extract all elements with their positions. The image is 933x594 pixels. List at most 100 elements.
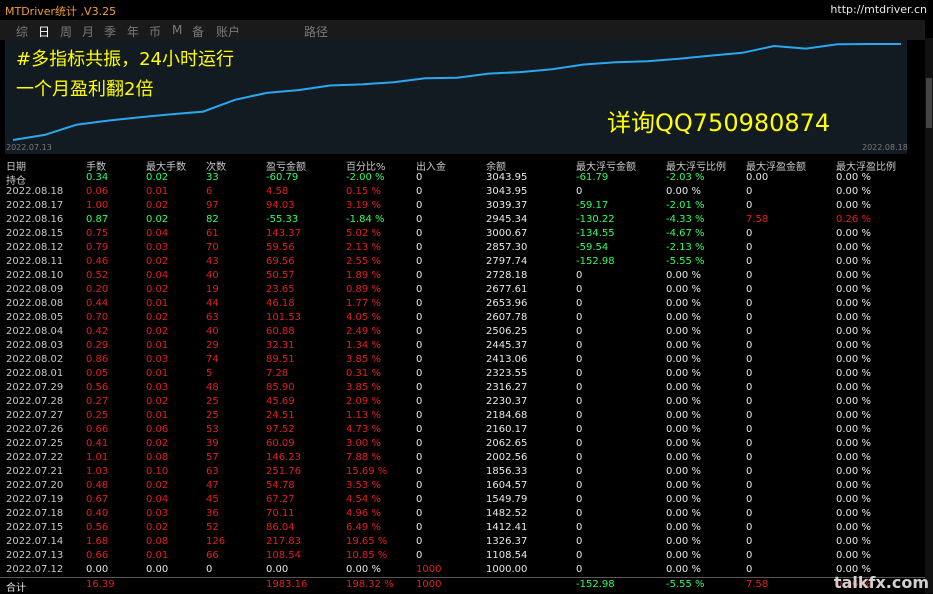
table-cell: -5.55 % — [666, 256, 705, 267]
table-cell: 89.51 — [266, 354, 295, 365]
table-cell: 43 — [206, 256, 219, 267]
table-cell: 0 — [576, 550, 583, 561]
table-cell: 57 — [206, 452, 219, 463]
tab-0[interactable]: 综 — [16, 23, 28, 40]
table-cell: 2022.08.12 — [6, 242, 64, 253]
table-row: 2022.07.19 0.67 0.04 45 67.27 4.54 % 0 1549.79 0… — [0, 493, 925, 507]
table-cell: 0.00 % — [836, 228, 871, 239]
table-cell: 0 — [576, 326, 583, 337]
table-cell: 0.02 — [146, 172, 169, 183]
table-cell: 0.00 % — [666, 550, 701, 561]
table-cell: 47 — [206, 480, 219, 491]
table-cell: 19 — [206, 284, 219, 295]
table-cell: 0 — [746, 396, 753, 407]
table-cell: 0.02 — [146, 200, 169, 211]
table-cell: 0.00 % — [666, 438, 701, 449]
table-cell: 0.02 — [146, 396, 169, 407]
table-cell: 2022.08.09 — [6, 284, 64, 295]
table-row: 2022.08.08 0.44 0.01 44 46.18 1.77 % 0 2653.96 0… — [0, 297, 925, 311]
tab-4[interactable]: 季 — [104, 23, 116, 40]
table-cell: 85.90 — [266, 382, 295, 393]
table-row: 2022.07.28 0.27 0.02 25 45.69 2.09 % 0 2230.37 0… — [0, 395, 925, 409]
table-cell: 0.02 — [146, 312, 169, 323]
table-cell: 0 — [416, 466, 423, 477]
tab-2[interactable]: 周 — [60, 23, 72, 40]
table-cell: 0 — [576, 508, 583, 519]
table-cell: 39 — [206, 438, 219, 449]
table-cell: 0.56 — [86, 522, 109, 533]
table-cell: 0 — [746, 438, 753, 449]
tab-10[interactable]: 路径 — [304, 23, 328, 40]
table-row: 2022.07.22 1.01 0.08 57 146.23 7.88 % 0 2002.56… — [0, 451, 925, 465]
table-cell: 2230.37 — [486, 396, 528, 407]
tab-6[interactable]: 币 — [149, 23, 161, 40]
table-cell: 0.52 — [86, 270, 109, 281]
table-cell: 29 — [206, 340, 219, 351]
table-cell: 101.53 — [266, 312, 301, 323]
table-cell: 0.00 % — [836, 284, 871, 295]
table-row: 2022.08.10 0.52 0.04 40 50.57 1.89 % 0 2728.18 0… — [0, 269, 925, 283]
table-cell: 0.00 % — [836, 186, 871, 197]
table-cell: 0 — [576, 368, 583, 379]
table-cell: 0.31 % — [346, 368, 381, 379]
table-row: 2022.07.20 0.48 0.02 47 54.78 3.53 % 0 1604.57 0… — [0, 479, 925, 493]
scrollbar[interactable] — [925, 38, 933, 593]
table-cell: 0.00 % — [666, 410, 701, 421]
table-cell: 0.02 — [146, 522, 169, 533]
table-cell: 5.02 % — [346, 228, 381, 239]
table-cell: 0.89 % — [346, 284, 381, 295]
tab-7[interactable]: M — [172, 23, 182, 37]
table-row: 2022.08.03 0.29 0.01 29 32.31 1.34 % 0 2445.37 0… — [0, 339, 925, 353]
table-cell: 3.00 % — [346, 438, 381, 449]
table-cell: 0.00 % — [666, 382, 701, 393]
table-cell: 0.04 — [146, 270, 169, 281]
table-cell: 0 — [416, 228, 423, 239]
chart-start-date: 2022.07.13 — [6, 143, 52, 152]
table-cell: 0.00 % — [836, 312, 871, 323]
table-cell: 0.01 — [146, 368, 169, 379]
tab-3[interactable]: 月 — [82, 23, 94, 40]
tab-9[interactable]: 账户 — [216, 23, 240, 40]
table-cell: 0.67 — [86, 494, 109, 505]
table-cell: 0 — [576, 354, 583, 365]
table-cell: 0 — [746, 284, 753, 295]
table-cell: 3.85 % — [346, 354, 381, 365]
table-cell: 0 — [746, 480, 753, 491]
tab-1[interactable]: 日 — [38, 23, 50, 40]
table-row: 2022.08.09 0.20 0.02 19 23.65 0.89 % 0 2677.61 0… — [0, 283, 925, 297]
table-cell: 3043.95 — [486, 186, 528, 197]
table-cell: 0 — [576, 270, 583, 281]
table-cell: 0.75 — [86, 228, 109, 239]
table-cell: 2.55 % — [346, 256, 381, 267]
tab-8[interactable]: 备 — [192, 23, 204, 40]
table-cell: 2022.07.27 — [6, 410, 64, 421]
table-cell: 1412.41 — [486, 522, 528, 533]
table-cell: 0 — [576, 396, 583, 407]
table-cell: 0 — [416, 550, 423, 561]
table-cell: 0.00 % — [666, 536, 701, 547]
table-row: 2022.08.05 0.70 0.02 63 101.53 4.05 % 0 2607.78… — [0, 311, 925, 325]
website-link[interactable]: http://mtdriver.cn — [830, 3, 927, 16]
table-cell: 0 — [416, 396, 423, 407]
tab-5[interactable]: 年 — [127, 23, 139, 40]
table-cell: 0 — [746, 256, 753, 267]
table-cell: 0.00 — [266, 564, 289, 575]
table-cell: 0 — [746, 298, 753, 309]
table-cell: -152.98 — [576, 256, 615, 267]
table-cell: 6 — [206, 186, 213, 197]
table-cell: 0.00 % — [836, 242, 871, 253]
table-cell: 0 — [416, 284, 423, 295]
table-cell: 61 — [206, 228, 219, 239]
table-cell: 0 — [576, 438, 583, 449]
table-cell: 1604.57 — [486, 480, 528, 491]
table-cell: 2.13 % — [346, 242, 381, 253]
table-cell: 1549.79 — [486, 494, 528, 505]
table-cell: 0.03 — [146, 382, 169, 393]
table-cell: 217.83 — [266, 536, 301, 547]
table-cell: 2022.07.22 — [6, 452, 64, 463]
table-cell: 0.00 % — [836, 508, 871, 519]
table-cell: 0 — [746, 368, 753, 379]
scrollbar-thumb[interactable] — [926, 78, 932, 128]
table-cell: 0.00 % — [836, 466, 871, 477]
table-cell: 0.00 % — [346, 564, 381, 575]
